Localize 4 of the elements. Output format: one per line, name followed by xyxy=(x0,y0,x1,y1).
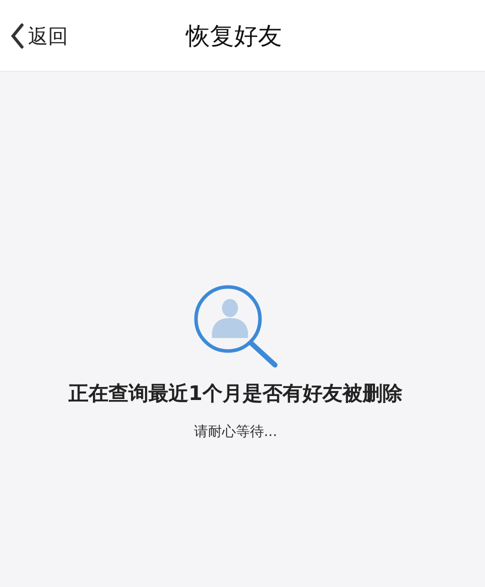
back-button[interactable]: 返回 xyxy=(10,20,68,50)
page-title: 恢复好友 xyxy=(186,20,282,52)
wait-hint: 请耐心等待... xyxy=(194,423,278,442)
status-message: 正在查询最近1个月是否有好友被删除 xyxy=(68,380,402,407)
